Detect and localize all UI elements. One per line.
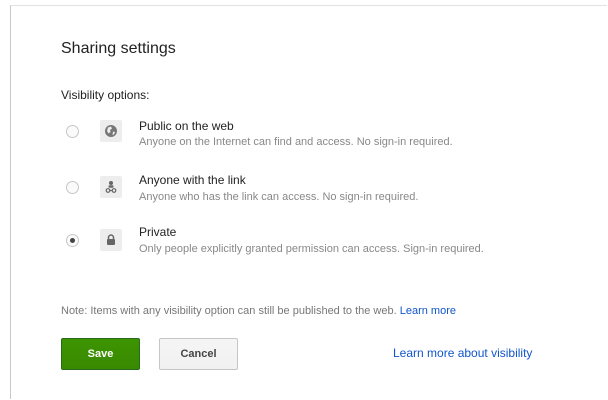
option-anyone-with-link-title: Anyone with the link xyxy=(139,173,246,187)
option-private[interactable]: Private Only people explicitly granted p… xyxy=(0,225,608,275)
visibility-options-label: Visibility options: xyxy=(61,88,150,102)
radio-private[interactable] xyxy=(66,234,79,247)
option-public-title: Public on the web xyxy=(139,119,234,133)
option-private-title: Private xyxy=(139,225,177,239)
option-private-description: Only people explicitly granted permissio… xyxy=(139,243,484,255)
publish-note: Note: Items with any visibility option c… xyxy=(61,305,456,317)
option-anyone-with-link[interactable]: Anyone with the link Anyone who has the … xyxy=(0,172,608,222)
radio-anyone-with-link[interactable] xyxy=(66,181,79,194)
learn-more-link[interactable]: Learn more xyxy=(400,305,456,317)
cancel-button[interactable]: Cancel xyxy=(159,338,238,370)
option-public-description: Anyone on the Internet can find and acce… xyxy=(139,136,453,148)
learn-more-about-visibility-link[interactable]: Learn more about visibility xyxy=(393,346,532,360)
people-link-icon xyxy=(100,176,122,198)
radio-public[interactable] xyxy=(66,125,79,138)
save-button[interactable]: Save xyxy=(61,338,140,370)
dialog-title: Sharing settings xyxy=(61,40,176,57)
lock-icon xyxy=(100,229,122,251)
globe-icon xyxy=(100,120,122,142)
option-public[interactable]: Public on the web Anyone on the Internet… xyxy=(0,116,608,166)
publish-note-text: Note: Items with any visibility option c… xyxy=(61,305,397,317)
option-anyone-with-link-description: Anyone who has the link can access. No s… xyxy=(139,191,419,203)
